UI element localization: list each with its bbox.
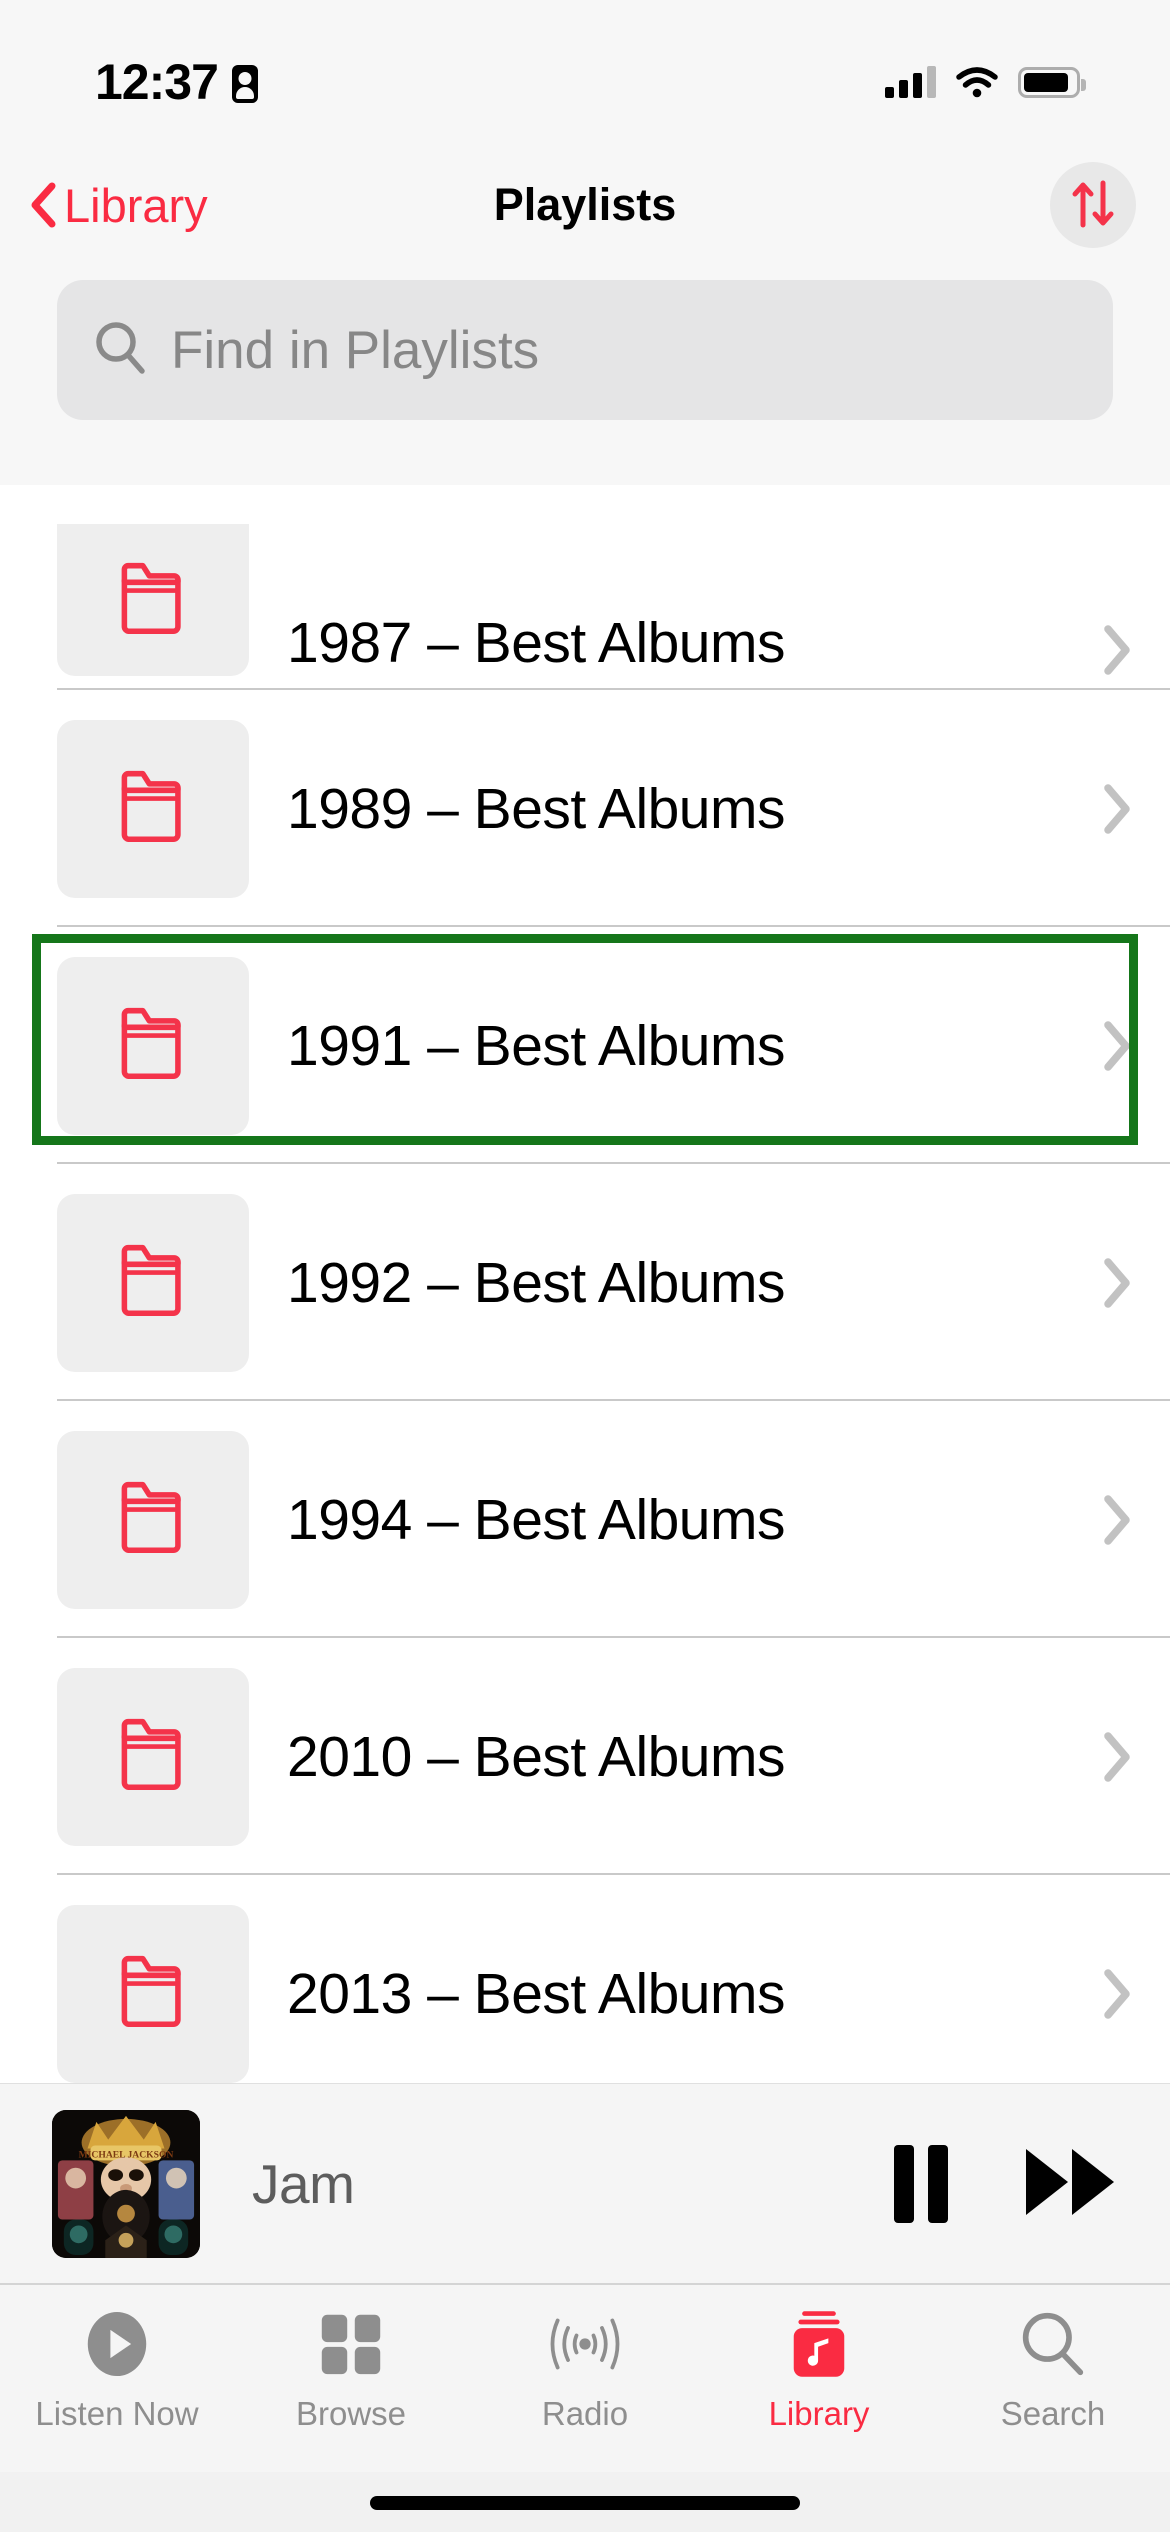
cellular-signal-icon bbox=[885, 66, 936, 98]
list-item[interactable]: 1989 – Best Albums bbox=[0, 690, 1170, 927]
back-button-label: Library bbox=[64, 178, 208, 232]
status-bar-right bbox=[885, 66, 1086, 98]
status-bar-clock: 12:37 bbox=[95, 54, 219, 110]
folder-tile bbox=[57, 1193, 249, 1372]
chevron-right-icon bbox=[1102, 624, 1132, 676]
folder-icon bbox=[117, 1005, 189, 1086]
search-input[interactable] bbox=[171, 319, 1077, 381]
grid-squares-icon bbox=[318, 2307, 384, 2381]
play-circle-icon bbox=[84, 2307, 150, 2381]
wifi-icon bbox=[956, 66, 998, 98]
now-playing-title: Jam bbox=[252, 2152, 355, 2215]
list-item[interactable]: 1987 – Best Albums bbox=[0, 485, 1170, 690]
chevron-left-icon bbox=[30, 182, 56, 228]
home-indicator[interactable] bbox=[370, 2496, 800, 2510]
folder-icon bbox=[117, 1716, 189, 1797]
chevron-right-icon bbox=[1102, 1968, 1132, 2020]
search-bar[interactable] bbox=[57, 280, 1113, 420]
search-container bbox=[0, 260, 1170, 485]
fast-forward-icon bbox=[1022, 2143, 1118, 2224]
folder-tile bbox=[57, 1430, 249, 1609]
list-item[interactable]: 2010 – Best Albums bbox=[0, 1638, 1170, 1875]
sort-button[interactable] bbox=[1050, 162, 1136, 248]
folder-tile bbox=[57, 524, 249, 676]
folder-icon bbox=[117, 1479, 189, 1560]
now-playing-bar[interactable]: MICHAEL JACKSON Jam bbox=[0, 2083, 1170, 2283]
list-item[interactable]: 2013 – Best Albums bbox=[0, 1875, 1170, 2083]
chevron-right-icon bbox=[1102, 1731, 1132, 1783]
battery-icon bbox=[1018, 66, 1086, 98]
iphone-screen: 12:37 Library Playlists Find in Playlist… bbox=[0, 0, 1170, 2532]
list-item-title: 2013 – Best Albums bbox=[287, 1961, 786, 2026]
folder-icon bbox=[117, 768, 189, 849]
tab-label: Browse bbox=[295, 2395, 407, 2432]
chevron-right-icon bbox=[1102, 1257, 1132, 1309]
chevron-right-icon bbox=[1102, 783, 1132, 835]
tab-search[interactable]: Search bbox=[936, 2307, 1170, 2433]
search-icon bbox=[1020, 2307, 1086, 2381]
pause-button[interactable] bbox=[894, 2144, 1022, 2223]
music-library-icon bbox=[790, 2307, 848, 2381]
sort-arrows-icon bbox=[1070, 179, 1116, 232]
folder-icon bbox=[117, 1953, 189, 2034]
folder-icon bbox=[117, 560, 189, 641]
chevron-right-icon bbox=[1102, 1020, 1132, 1072]
folder-tile bbox=[57, 956, 249, 1135]
tab-label: Listen Now bbox=[35, 2395, 199, 2432]
list-item-title: 2010 – Best Albums bbox=[287, 1724, 786, 1789]
folder-icon bbox=[117, 1242, 189, 1323]
list-item-title: 1992 – Best Albums bbox=[287, 1250, 786, 1315]
tab-radio[interactable]: Radio bbox=[468, 2307, 702, 2433]
list-item-title: 1989 – Best Albums bbox=[287, 776, 786, 841]
list-item[interactable]: 1992 – Best Albums bbox=[0, 1164, 1170, 1401]
tab-label: Library bbox=[768, 2395, 870, 2432]
tab-browse[interactable]: Browse bbox=[234, 2307, 468, 2433]
status-bar: 12:37 bbox=[0, 0, 1170, 150]
tab-library[interactable]: Library bbox=[702, 2307, 936, 2433]
tab-label: Search bbox=[1000, 2395, 1106, 2432]
folder-tile bbox=[57, 1667, 249, 1846]
list-item[interactable]: 1994 – Best Albums bbox=[0, 1401, 1170, 1638]
back-button[interactable]: Library bbox=[30, 178, 208, 233]
playlist-list[interactable]: 1987 – Best Albums 1989 – Best Albums 19… bbox=[0, 485, 1170, 2083]
chevron-right-icon bbox=[1102, 1494, 1132, 1546]
list-item-highlighted[interactable]: 1991 – Best Albums bbox=[0, 927, 1170, 1164]
next-button[interactable] bbox=[1022, 2143, 1118, 2224]
list-item-title: 1987 – Best Albums bbox=[287, 611, 786, 675]
tab-listen-now[interactable]: Listen Now bbox=[0, 2307, 234, 2433]
status-bar-left: 12:37 bbox=[95, 53, 258, 111]
radio-waves-icon bbox=[544, 2307, 626, 2381]
tab-label: Radio bbox=[541, 2395, 629, 2432]
search-icon bbox=[93, 319, 147, 382]
navigation-bar: Library Playlists bbox=[0, 150, 1170, 260]
pause-icon bbox=[894, 2144, 948, 2223]
list-item-title: 1991 – Best Albums bbox=[287, 1013, 786, 1078]
list-item-title: 1994 – Best Albums bbox=[287, 1487, 786, 1552]
folder-tile bbox=[57, 1904, 249, 2083]
album-artwork[interactable]: MICHAEL JACKSON bbox=[52, 2109, 200, 2258]
folder-tile bbox=[57, 719, 249, 898]
tab-bar: Listen Now Browse Radio Library Search bbox=[0, 2283, 1170, 2473]
screen-record-icon bbox=[231, 64, 258, 103]
